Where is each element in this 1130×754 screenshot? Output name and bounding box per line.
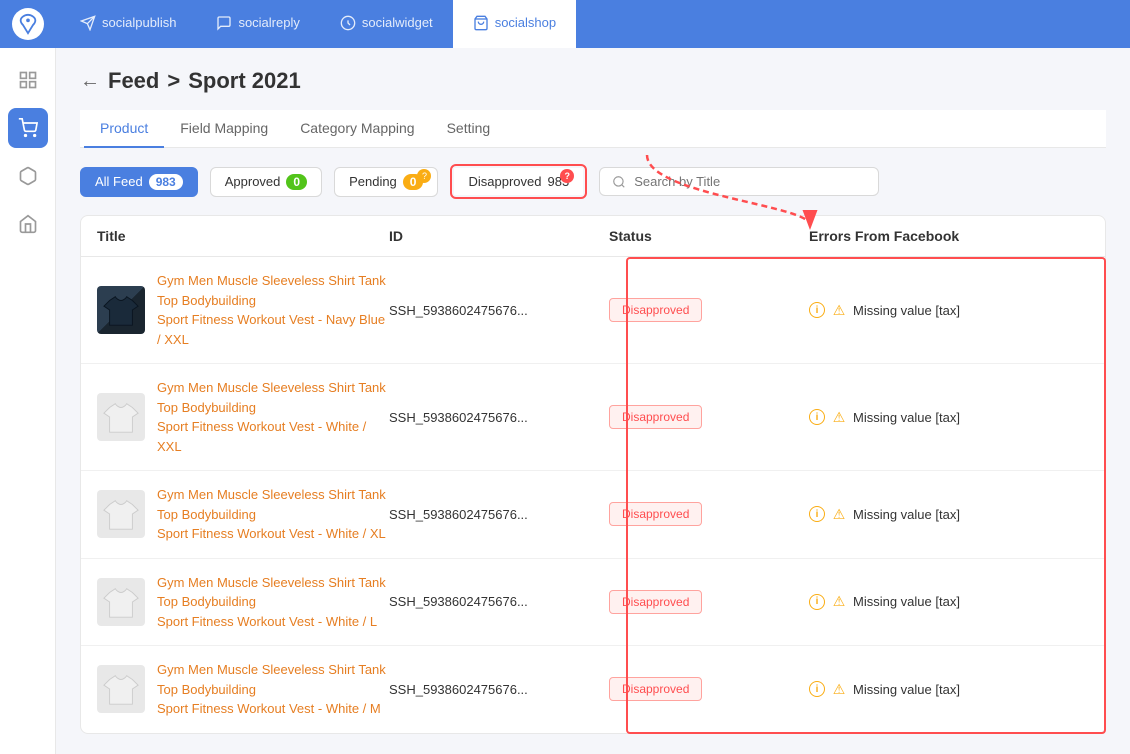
tab-product[interactable]: Product (84, 110, 164, 148)
nav-tab-socialshop[interactable]: socialshop (453, 0, 576, 48)
errors-cell: i ⚠ Missing value [tax] (809, 409, 1089, 425)
approved-count: 0 (286, 174, 307, 190)
status-badge: Disapproved (609, 677, 702, 701)
header-title: Title (97, 228, 389, 244)
product-title: Gym Men Muscle Sleeveless Shirt Tank Top… (157, 378, 389, 456)
status-badge: Disapproved (609, 590, 702, 614)
status-cell: Disapproved (609, 298, 809, 322)
breadcrumb-current: Sport 2021 (188, 68, 301, 94)
disapproved-question: ? (560, 169, 574, 183)
nav-tab-socialreply[interactable]: socialreply (196, 0, 319, 48)
status-cell: Disapproved (609, 502, 809, 526)
product-id: SSH_5938602475676... (389, 410, 609, 425)
breadcrumb-feed: Feed (108, 68, 159, 94)
sidebar-item-store[interactable] (8, 204, 48, 244)
warn-icon: ⚠ (831, 302, 847, 318)
info-icon: i (809, 681, 825, 697)
tab-field-mapping[interactable]: Field Mapping (164, 110, 284, 148)
disapproved-highlight-box: Disapproved 983 ? (450, 164, 587, 199)
table-row: Gym Men Muscle Sleeveless Shirt Tank Top… (81, 364, 1105, 471)
table-row: Gym Men Muscle Sleeveless Shirt Tank Top… (81, 257, 1105, 364)
product-cell: Gym Men Muscle Sleeveless Shirt Tank Top… (97, 573, 389, 632)
filter-all-feed[interactable]: All Feed 983 (80, 167, 198, 197)
product-cell: Gym Men Muscle Sleeveless Shirt Tank Top… (97, 378, 389, 456)
header-id: ID (389, 228, 609, 244)
breadcrumb-separator: > (167, 68, 180, 94)
status-badge: Disapproved (609, 298, 702, 322)
status-badge: Disapproved (609, 502, 702, 526)
sidebar-item-box[interactable] (8, 156, 48, 196)
product-id: SSH_5938602475676... (389, 682, 609, 697)
info-icon: i (809, 302, 825, 318)
product-id: SSH_5938602475676... (389, 594, 609, 609)
tab-setting[interactable]: Setting (431, 110, 507, 148)
header-errors: Errors From Facebook (809, 228, 1089, 244)
product-title: Gym Men Muscle Sleeveless Shirt Tank Top… (157, 271, 389, 349)
tab-category-mapping[interactable]: Category Mapping (284, 110, 430, 148)
nav-tabs: socialpublish socialreply socialwidget s… (60, 0, 576, 48)
product-thumb (97, 665, 145, 713)
pending-wrap: 0 ? (403, 174, 424, 190)
status-cell: Disapproved (609, 590, 809, 614)
back-arrow[interactable]: ← (80, 70, 100, 93)
product-id: SSH_5938602475676... (389, 303, 609, 318)
product-cell: Gym Men Muscle Sleeveless Shirt Tank Top… (97, 271, 389, 349)
layout: ← Feed > Sport 2021 Product Field Mappin… (0, 48, 1130, 754)
warn-icon: ⚠ (831, 506, 847, 522)
all-feed-count: 983 (149, 174, 183, 190)
product-title: Gym Men Muscle Sleeveless Shirt Tank Top… (157, 573, 389, 632)
filter-bar: All Feed 983 Approved 0 Pending 0 ? Disa… (80, 164, 1106, 199)
sidebar-item-socialshop[interactable] (8, 108, 48, 148)
warn-icon: ⚠ (831, 681, 847, 697)
product-cell: Gym Men Muscle Sleeveless Shirt Tank Top… (97, 660, 389, 719)
errors-cell: i ⚠ Missing value [tax] (809, 681, 1089, 697)
errors-cell: i ⚠ Missing value [tax] (809, 302, 1089, 318)
info-icon: i (809, 594, 825, 610)
warn-icon: ⚠ (831, 594, 847, 610)
sidebar (0, 48, 56, 754)
warn-icon: ⚠ (831, 409, 847, 425)
search-box (599, 167, 879, 196)
product-title: Gym Men Muscle Sleeveless Shirt Tank Top… (157, 660, 389, 719)
app-logo[interactable] (12, 8, 44, 40)
nav-tab-socialpublish[interactable]: socialpublish (60, 0, 196, 48)
nav-tab-socialwidget[interactable]: socialwidget (320, 0, 453, 48)
product-thumb (97, 286, 145, 334)
breadcrumb: ← Feed > Sport 2021 (80, 68, 1106, 94)
page-tabs: Product Field Mapping Category Mapping S… (80, 110, 1106, 148)
product-id: SSH_5938602475676... (389, 507, 609, 522)
table-header: Title ID Status Errors From Facebook (81, 216, 1105, 257)
sidebar-item-dashboard[interactable] (8, 60, 48, 100)
filter-pending[interactable]: Pending 0 ? (334, 167, 438, 197)
status-cell: Disapproved (609, 677, 809, 701)
badge-red-wrap: 983 ? (547, 174, 569, 189)
table-section: Title ID Status Errors From Facebook (80, 215, 1106, 734)
top-nav: socialpublish socialreply socialwidget s… (0, 0, 1130, 48)
table-row: Gym Men Muscle Sleeveless Shirt Tank Top… (81, 471, 1105, 559)
status-cell: Disapproved (609, 405, 809, 429)
product-title: Gym Men Muscle Sleeveless Shirt Tank Top… (157, 485, 389, 544)
product-thumb (97, 393, 145, 441)
product-cell: Gym Men Muscle Sleeveless Shirt Tank Top… (97, 485, 389, 544)
status-badge: Disapproved (609, 405, 702, 429)
search-icon (612, 175, 626, 189)
errors-cell: i ⚠ Missing value [tax] (809, 594, 1089, 610)
product-thumb (97, 578, 145, 626)
product-table: Title ID Status Errors From Facebook (80, 215, 1106, 734)
info-icon: i (809, 409, 825, 425)
info-icon: i (809, 506, 825, 522)
table-row: Gym Men Muscle Sleeveless Shirt Tank Top… (81, 559, 1105, 647)
pending-question: ? (417, 169, 431, 183)
table-row: Gym Men Muscle Sleeveless Shirt Tank Top… (81, 646, 1105, 733)
header-status: Status (609, 228, 809, 244)
search-input[interactable] (634, 174, 866, 189)
product-thumb (97, 490, 145, 538)
main-content: ← Feed > Sport 2021 Product Field Mappin… (56, 48, 1130, 754)
filter-approved[interactable]: Approved 0 (210, 167, 322, 197)
errors-cell: i ⚠ Missing value [tax] (809, 506, 1089, 522)
filter-disapproved[interactable]: Disapproved 983 ? (454, 168, 583, 195)
